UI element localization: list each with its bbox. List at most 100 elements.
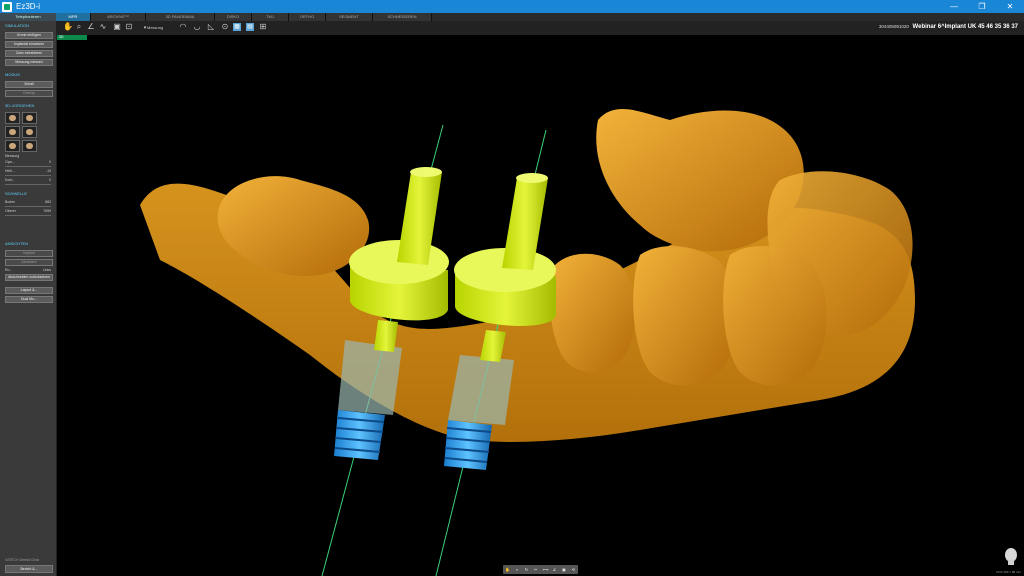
threshold-top-value[interactable]: 7059 (43, 209, 51, 213)
view-1-icon[interactable]: ◠ (179, 23, 187, 31)
patient-name: Webinar 6^Implant UK 45 46 35 36 37 (912, 24, 1018, 30)
angle-icon[interactable]: ∠ (552, 567, 557, 572)
window-controls: — ❐ ✕ (940, 0, 1024, 13)
curve-icon[interactable]: ∿ (99, 23, 107, 31)
rotate-icon[interactable]: ↻ (524, 567, 529, 572)
sound-button[interactable]: Schall (5, 81, 53, 88)
overlay-button[interactable]: Overlay (5, 90, 53, 97)
premolar-1 (549, 253, 636, 372)
tab-tmj[interactable]: TMJ (252, 13, 289, 21)
slider-brightness-value: -19 (45, 169, 51, 173)
image-icon[interactable]: ▣ (113, 23, 121, 31)
measure-checkbox-row[interactable]: Messung (5, 154, 51, 158)
slider-brightness[interactable] (5, 175, 51, 176)
premolar-2 (633, 246, 737, 386)
view-3-icon[interactable]: ◺ (207, 23, 215, 31)
layout-1-icon[interactable]: ▦ (233, 23, 241, 31)
implant-2-shaft-top (516, 173, 548, 183)
extract-tooth-button[interactable]: Zahn extrahieren (5, 50, 53, 57)
section-modus-title: MODUS (5, 72, 20, 77)
minimize-button[interactable]: — (940, 0, 968, 13)
cut-icon[interactable]: ✂ (533, 567, 538, 572)
measure-label[interactable]: Messung (147, 25, 163, 30)
layout-2-icon[interactable]: ▤ (246, 23, 254, 31)
section-view-title: ANSICHTEN (5, 241, 29, 246)
threshold-bottom-value[interactable]: 883 (45, 200, 51, 204)
slider-brightness-label: Helli... (5, 169, 15, 173)
implant-1-shaft-top (410, 167, 442, 177)
threshold-top-slider[interactable] (5, 215, 51, 216)
mode-tabs: MPR ARCHIVE™ 3D PANORAMA DISKO TMJ ORTHO… (56, 13, 432, 21)
axis-controls (0, 217, 56, 239)
clinic-name: VATECH Dental Clinic (5, 558, 40, 562)
slider-opacity-value: 0 (49, 160, 51, 164)
implant-1-thread (334, 410, 385, 460)
insert-implant-button[interactable]: Implantat einsetzen (5, 41, 53, 48)
layout-button[interactable]: Layout &... (5, 287, 53, 294)
sidebar: SIMULATION Krone einfügen Implantat eins… (0, 21, 57, 576)
layout-3-icon[interactable]: ⊞ (259, 23, 267, 31)
implant-1-post (374, 320, 398, 352)
title-bar: Ez3D-i — ❐ ✕ (0, 0, 1024, 13)
zoom-icon[interactable]: ⌕ (515, 567, 520, 572)
slider-contrast-row: Kont... 0 (5, 178, 51, 182)
tab-3d-panorama[interactable]: 3D PANORAMA (146, 13, 215, 21)
threshold-bottom-row: Boden 883 (5, 200, 51, 204)
view-2-icon[interactable]: ◡ (193, 23, 201, 31)
reset-cut-button[interactable]: Abschneiden zurücksetzen (5, 274, 53, 281)
preset-thumbnails (5, 112, 51, 152)
crop-icon[interactable]: ⊡ (125, 23, 133, 31)
preset-thumb-2[interactable] (22, 112, 37, 124)
threshold-bottom-slider[interactable] (5, 206, 51, 207)
measure-button[interactable]: Messung messen (5, 59, 53, 66)
report-button[interactable]: Bericht &... (5, 565, 53, 573)
close-button[interactable]: ✕ (996, 0, 1024, 13)
threshold-top-row: Oberer 7059 (5, 209, 51, 213)
toolbar: ✋ ⌕ ∠ ∿ ▣ ⊡ ▾ Messung ◠ ◡ ◺ ⊙ ▦ ▤ ⊞ 3044… (57, 21, 1024, 35)
slider-contrast-value: 0 (49, 178, 51, 182)
orientation-head-icon[interactable] (1004, 548, 1018, 566)
implant-view-button[interactable]: Implant (5, 250, 53, 257)
implant-2-thread (444, 420, 492, 470)
hand-pan-icon[interactable]: ✋ (63, 23, 73, 31)
dual-mode-button[interactable]: Dual Mo... (5, 296, 53, 303)
tab-segment[interactable]: SEGMENT (326, 13, 373, 21)
tab-ortho[interactable]: ORTHO (289, 13, 326, 21)
zoom-icon[interactable]: ⌕ (75, 23, 83, 31)
angle-icon[interactable]: ∠ (87, 23, 95, 31)
3d-viewport[interactable] (57, 40, 1024, 576)
tab-archive[interactable]: ARCHIVE™ (91, 13, 146, 21)
preset-thumb-5[interactable] (5, 140, 20, 152)
tab-bar: Telephonieren MPR ARCHIVE™ 3D PANORAMA D… (0, 13, 1024, 21)
hand-icon[interactable]: ✋ (505, 567, 510, 572)
tab-mpr[interactable]: MPR (56, 13, 91, 21)
reset-icon[interactable]: ⟲ (571, 567, 576, 572)
section-threshold-title: SCHWELLE (5, 191, 28, 196)
app-title: Ez3D-i (16, 2, 41, 11)
patient-id: 304405081020 (878, 24, 909, 29)
insert-crown-button[interactable]: Krone einfügen (5, 32, 53, 39)
slider-opacity-label: Opa... (5, 160, 15, 164)
measure-checkbox-label: Messung (5, 154, 20, 158)
rotation-value[interactable]: Links (43, 268, 51, 272)
restore-button[interactable]: ❐ (968, 0, 996, 13)
tab-telephone[interactable]: Telephonieren (0, 13, 56, 21)
fov-info: FOV 100 × 85 mm (996, 570, 1021, 574)
slider-contrast[interactable] (5, 184, 51, 185)
preset-thumb-6[interactable] (22, 140, 37, 152)
preset-thumb-3[interactable] (5, 126, 20, 138)
preset-thumb-4[interactable] (22, 126, 37, 138)
view-4-icon[interactable]: ⊙ (221, 23, 229, 31)
preset-thumb-1[interactable] (5, 112, 20, 124)
slider-opacity[interactable] (5, 166, 51, 167)
tab-schneideren[interactable]: SCHNEIDEREN (373, 13, 432, 21)
section-3d-title: 3D-VORGEHEN (5, 103, 35, 108)
threshold-top-label: Oberer (5, 209, 16, 213)
app-logo-icon (2, 1, 12, 12)
abutment-view-button[interactable]: Abutment (5, 259, 53, 266)
tab-disko[interactable]: DISKO (215, 13, 252, 21)
screenshot-icon[interactable]: ▣ (561, 567, 566, 572)
slider-contrast-label: Kont... (5, 178, 16, 182)
measure-icon[interactable]: ⟷ (543, 567, 549, 572)
bottom-toolbar: ✋ ⌕ ↻ ✂ ⟷ ∠ ▣ ⟲ (503, 565, 578, 574)
